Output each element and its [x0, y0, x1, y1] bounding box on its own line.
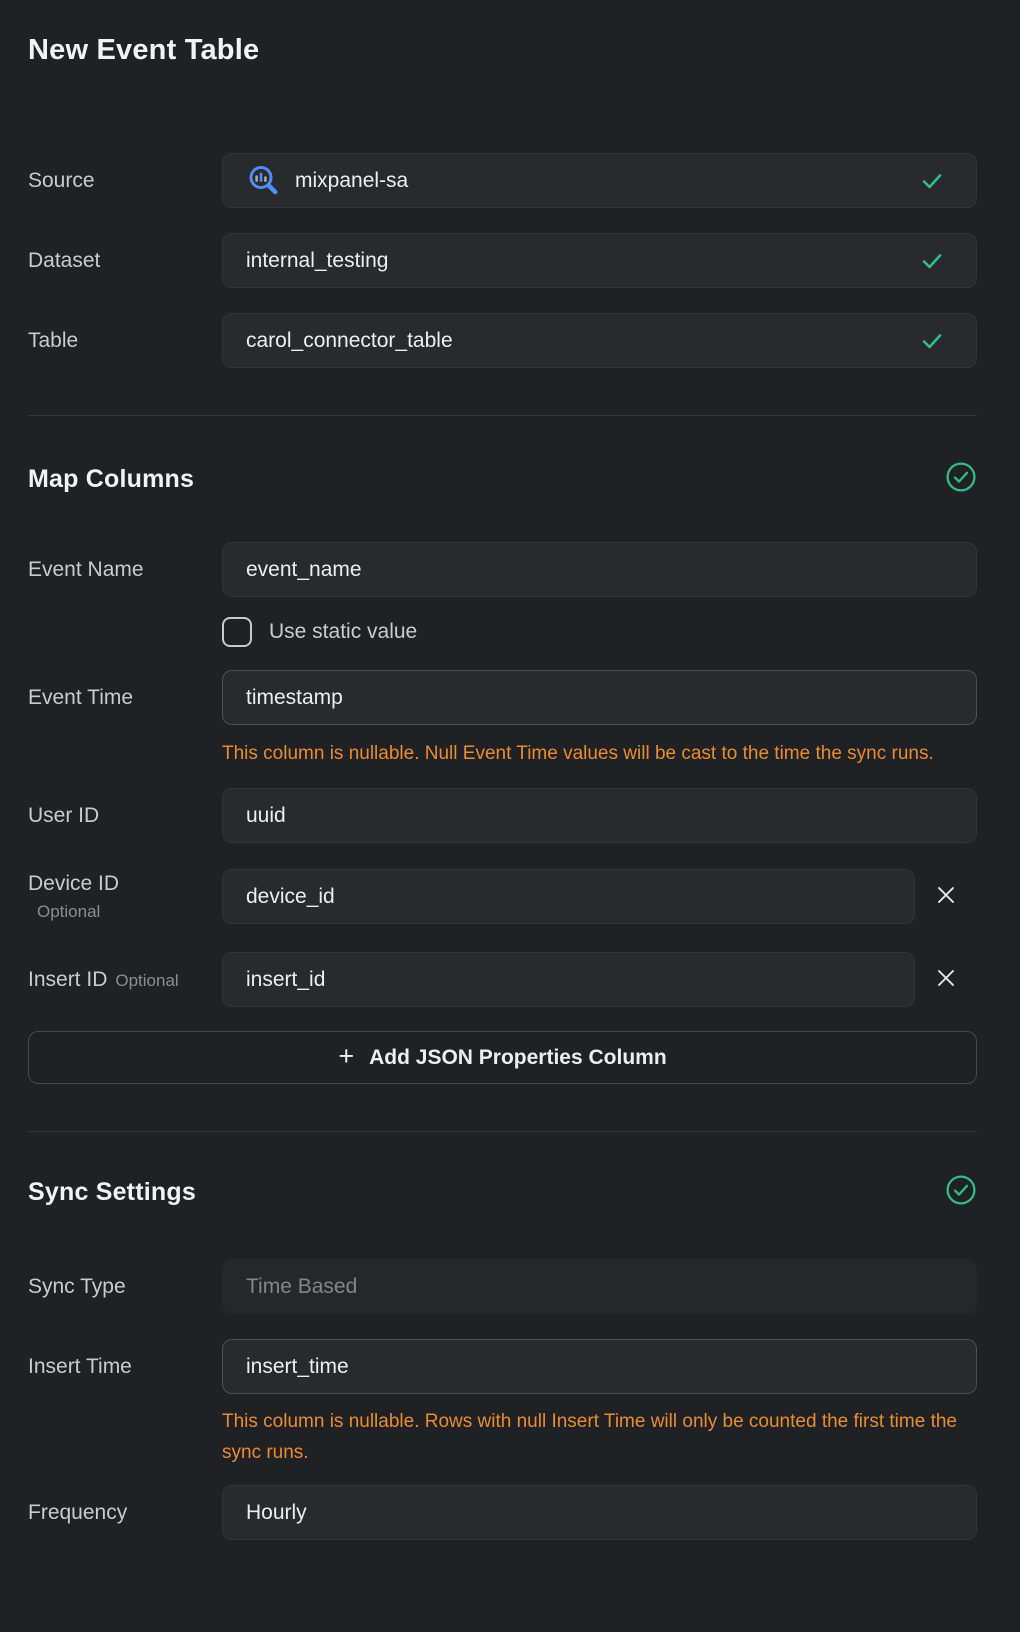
plus-icon: +	[338, 1043, 354, 1070]
insert-id-value: insert_id	[246, 968, 325, 992]
insert-time-input[interactable]: insert_time	[222, 1339, 977, 1394]
dataset-select[interactable]: internal_testing	[222, 233, 977, 288]
event-name-label: Event Name	[28, 558, 222, 582]
use-static-value-checkbox[interactable]	[222, 617, 252, 647]
frequency-select[interactable]: Hourly	[222, 1485, 977, 1540]
source-fields-group: Source mixpanel-sa Dataset internal_test…	[28, 153, 977, 368]
insert-id-input[interactable]: insert_id	[222, 952, 915, 1007]
frequency-value: Hourly	[246, 1501, 307, 1525]
device-id-optional-tag: Optional	[37, 902, 222, 922]
sync-settings-title: Sync Settings	[28, 1178, 196, 1207]
frequency-row: Frequency Hourly	[28, 1485, 977, 1540]
close-icon	[935, 884, 957, 909]
insert-id-row: Insert IDOptional insert_id	[28, 952, 977, 1007]
event-name-input[interactable]: event_name	[222, 542, 977, 597]
source-row: Source mixpanel-sa	[28, 153, 977, 208]
insert-time-value: insert_time	[246, 1355, 349, 1379]
insert-time-label: Insert Time	[28, 1355, 222, 1379]
section-complete-icon	[945, 461, 977, 498]
sync-type-label: Sync Type	[28, 1275, 222, 1299]
device-id-label: Device ID Optional	[28, 872, 222, 922]
user-id-input[interactable]: uuid	[222, 788, 977, 843]
dataset-row: Dataset internal_testing	[28, 233, 977, 288]
event-time-row: Event Time timestamp	[28, 670, 977, 725]
sync-settings-header: Sync Settings	[28, 1177, 977, 1207]
map-columns-title: Map Columns	[28, 465, 194, 494]
source-value: mixpanel-sa	[295, 169, 408, 193]
device-id-value: device_id	[246, 885, 335, 909]
event-time-warning: This column is nullable. Null Event Time…	[222, 738, 962, 769]
section-complete-icon	[945, 1174, 977, 1211]
sync-type-select: Time Based	[222, 1259, 977, 1314]
insert-id-optional-tag: Optional	[115, 971, 178, 990]
insert-time-warning: This column is nullable. Rows with null …	[222, 1406, 962, 1468]
add-json-properties-label: Add JSON Properties Column	[369, 1046, 667, 1070]
table-label: Table	[28, 329, 222, 353]
new-event-table-form: New Event Table Source mixpanel-sa Datas…	[28, 34, 977, 1540]
insert-id-label: Insert IDOptional	[28, 968, 222, 992]
valid-check-icon	[919, 168, 945, 194]
section-divider	[28, 415, 977, 416]
user-id-value: uuid	[246, 804, 286, 828]
close-icon	[935, 967, 957, 992]
add-json-properties-button[interactable]: + Add JSON Properties Column	[28, 1031, 977, 1084]
source-label: Source	[28, 169, 222, 193]
event-time-value: timestamp	[246, 686, 343, 710]
event-time-label: Event Time	[28, 686, 222, 710]
section-divider	[28, 1131, 977, 1132]
event-time-input[interactable]: timestamp	[222, 670, 977, 725]
map-columns-header: Map Columns	[28, 464, 977, 494]
valid-check-icon	[919, 328, 945, 354]
user-id-row: User ID uuid	[28, 788, 977, 843]
sync-type-value: Time Based	[246, 1275, 357, 1299]
dataset-value: internal_testing	[246, 249, 388, 273]
insert-time-row: Insert Time insert_time	[28, 1339, 977, 1394]
event-name-row: Event Name event_name	[28, 542, 977, 597]
table-row: Table carol_connector_table	[28, 313, 977, 368]
source-select[interactable]: mixpanel-sa	[222, 153, 977, 208]
event-name-value: event_name	[246, 558, 362, 582]
user-id-label: User ID	[28, 804, 222, 828]
device-id-row: Device ID Optional device_id	[28, 869, 977, 924]
page-title: New Event Table	[28, 34, 977, 66]
use-static-value-row: Use static value	[222, 616, 977, 647]
insert-id-remove-button[interactable]	[915, 952, 977, 1007]
device-id-remove-button[interactable]	[915, 869, 977, 924]
dataset-label: Dataset	[28, 249, 222, 273]
valid-check-icon	[919, 248, 945, 274]
mixpanel-source-icon	[246, 164, 280, 198]
table-value: carol_connector_table	[246, 329, 453, 353]
table-select[interactable]: carol_connector_table	[222, 313, 977, 368]
device-id-input[interactable]: device_id	[222, 869, 915, 924]
frequency-label: Frequency	[28, 1501, 222, 1525]
sync-type-row: Sync Type Time Based	[28, 1259, 977, 1314]
use-static-value-label: Use static value	[269, 620, 417, 644]
